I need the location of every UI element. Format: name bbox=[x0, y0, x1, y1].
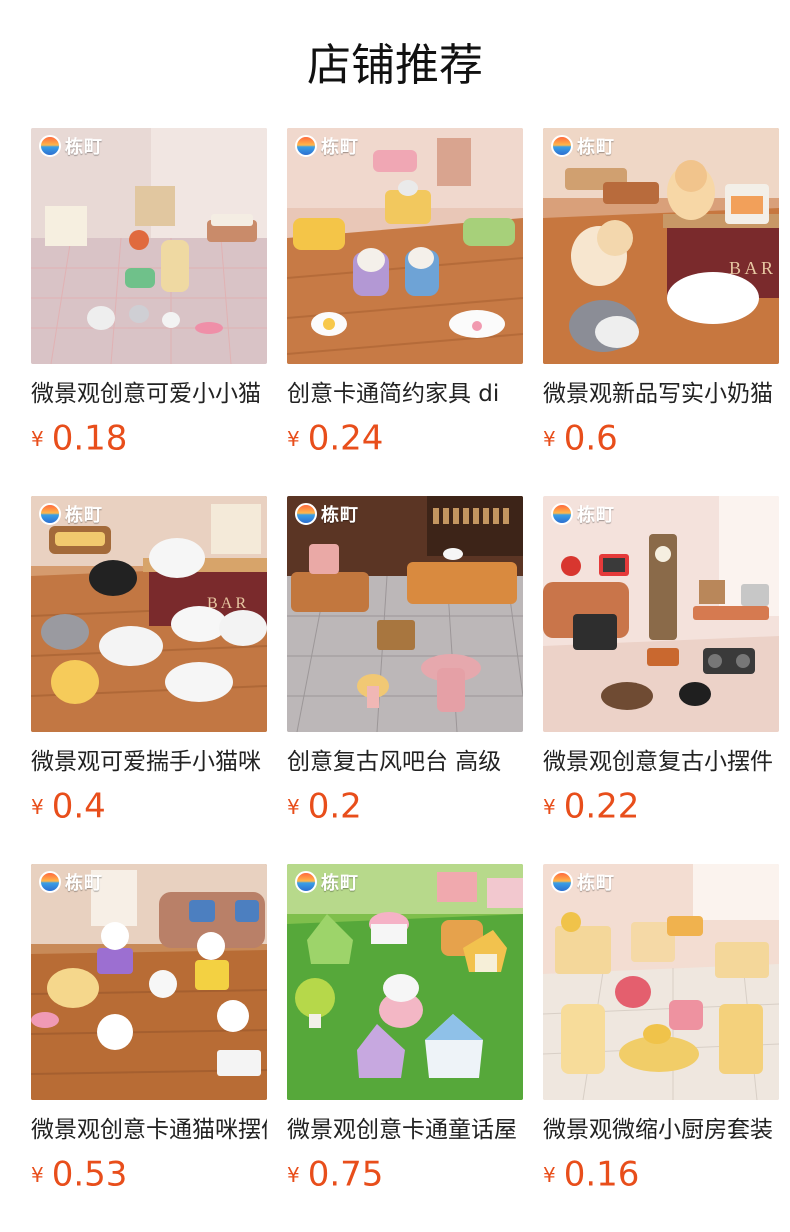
price-value: 0.53 bbox=[51, 1154, 128, 1195]
brand-logo: 栋町 bbox=[295, 134, 359, 158]
product-price: ¥0.18 bbox=[31, 418, 267, 459]
brand-logo: 栋町 bbox=[39, 502, 103, 526]
price-value: 0.75 bbox=[307, 1154, 384, 1195]
store-recommendations-page: 店铺推荐 栋町 微景观创意可爱小小猫 ¥ 0.18 栋町 创意卡通简约家具 di… bbox=[0, 0, 790, 1232]
product-price: ¥0.16 bbox=[543, 1154, 779, 1195]
product-name[interactable]: 微景观创意卡通猫咪摆件 bbox=[31, 1114, 267, 1146]
product-price: ¥0.22 bbox=[543, 786, 779, 827]
currency-symbol: ¥ bbox=[543, 426, 556, 451]
product-card[interactable]: 栋町 创意卡通简约家具 di ¥0.24 bbox=[287, 128, 523, 468]
brand-logo-icon bbox=[295, 503, 317, 525]
product-image[interactable]: 栋町 bbox=[287, 496, 523, 732]
product-name[interactable]: 微景观微缩小厨房套装 bbox=[543, 1114, 779, 1146]
currency-symbol: ¥ bbox=[31, 794, 44, 819]
product-price: ¥0.6 bbox=[543, 418, 779, 459]
currency-symbol: ¥ bbox=[543, 1162, 556, 1187]
product-name[interactable]: 微景观创意可爱小小猫 bbox=[31, 378, 267, 410]
product-card[interactable]: 栋町 微景观创意卡通童话屋 ¥0.75 bbox=[287, 864, 523, 1204]
product-price: ¥0.24 bbox=[287, 418, 523, 459]
brand-logo: 栋町 bbox=[295, 502, 359, 526]
section-title: 店铺推荐 bbox=[307, 40, 483, 91]
brand-logo-icon bbox=[551, 871, 573, 893]
currency-symbol: ¥ bbox=[31, 1162, 44, 1187]
product-name[interactable]: 微景观新品写实小奶猫 bbox=[543, 378, 779, 410]
brand-logo-icon bbox=[39, 503, 61, 525]
currency-symbol: ¥ bbox=[287, 426, 300, 451]
brand-logo: 栋町 bbox=[551, 502, 615, 526]
svg-text:B A R: B A R bbox=[729, 258, 773, 278]
product-name[interactable]: 微景观创意卡通童话屋 bbox=[287, 1114, 523, 1146]
product-image[interactable]: 栋町 bbox=[543, 864, 779, 1100]
product-card[interactable]: 栋町 微景观创意卡通猫咪摆件 ¥0.53 bbox=[31, 864, 267, 1204]
product-card[interactable]: 栋町 微景观创意可爱小小猫 ¥0.18 bbox=[31, 128, 267, 468]
currency-symbol: ¥ bbox=[287, 794, 300, 819]
product-image[interactable]: B A R 栋町 bbox=[543, 128, 779, 364]
brand-logo-icon bbox=[551, 503, 573, 525]
product-name[interactable]: 微景观可爱揣手小猫咪 bbox=[31, 746, 267, 778]
brand-logo: 栋町 bbox=[295, 870, 359, 894]
product-name[interactable]: 微景观创意复古小摆件 bbox=[543, 746, 779, 778]
currency-symbol: ¥ bbox=[31, 426, 44, 451]
brand-logo-icon bbox=[39, 135, 61, 157]
product-row: 栋町 微景观创意可爱小小猫 ¥0.18 栋町 创意卡通简约家具 di ¥ 0.2… bbox=[31, 128, 790, 496]
product-price: ¥0.4 bbox=[31, 786, 267, 827]
price-value: 0.16 bbox=[563, 1154, 640, 1195]
product-card[interactable]: 栋町 微景观微缩小厨房套装 ¥0.16 bbox=[543, 864, 779, 1204]
product-image[interactable]: 栋町 bbox=[287, 128, 523, 364]
product-grid: 栋町 微景观创意可爱小小猫 ¥0.18 栋町 创意卡通简约家具 di ¥ 0.2… bbox=[31, 128, 790, 1232]
product-image[interactable]: 栋町 bbox=[31, 128, 267, 364]
product-card[interactable]: 栋町 微景观创意复古小摆件 ¥0.22 bbox=[543, 496, 779, 836]
price-value: 0.24 bbox=[307, 418, 384, 459]
brand-logo-icon bbox=[295, 871, 317, 893]
brand-logo-icon bbox=[551, 135, 573, 157]
product-image[interactable]: 栋町 bbox=[543, 496, 779, 732]
product-image[interactable]: B A R 栋町 bbox=[31, 496, 267, 732]
product-price: ¥0.2 bbox=[287, 786, 523, 827]
price-value: 0.18 bbox=[51, 418, 128, 459]
product-price: ¥0.53 bbox=[31, 1154, 267, 1195]
price-value: 0.6 bbox=[563, 418, 618, 459]
product-image[interactable]: 栋町 bbox=[287, 864, 523, 1100]
brand-logo-icon bbox=[295, 135, 317, 157]
brand-logo: 栋町 bbox=[39, 134, 103, 158]
product-image[interactable]: 栋町 bbox=[31, 864, 267, 1100]
brand-logo: 栋町 bbox=[551, 870, 615, 894]
product-name[interactable]: 创意复古风吧台 高级 bbox=[287, 746, 523, 778]
currency-symbol: ¥ bbox=[287, 1162, 300, 1187]
currency-symbol: ¥ bbox=[543, 794, 556, 819]
brand-logo: 栋町 bbox=[39, 870, 103, 894]
price-value: 0.2 bbox=[307, 786, 362, 827]
product-row: 栋町 微景观创意卡通猫咪摆件 ¥0.53 栋町 微景观创意卡通童话屋 ¥ 0.7… bbox=[31, 864, 790, 1232]
brand-logo-icon bbox=[39, 871, 61, 893]
product-name[interactable]: 创意卡通简约家具 di bbox=[287, 378, 523, 410]
product-card[interactable]: B A R 栋町 微景观可爱揣手小猫咪 ¥ 0.4 bbox=[31, 496, 267, 836]
product-card[interactable]: B A R 栋町 微景观新品写实小奶猫 ¥ 0.6 bbox=[543, 128, 779, 468]
price-value: 0.22 bbox=[563, 786, 640, 827]
product-row: B A R 栋町 微景观可爱揣手小猫咪 ¥ 0.4 栋町 创意复古风吧台 高级 … bbox=[31, 496, 790, 864]
price-value: 0.4 bbox=[51, 786, 106, 827]
product-price: ¥0.75 bbox=[287, 1154, 523, 1195]
product-card[interactable]: 栋町 创意复古风吧台 高级 ¥0.2 bbox=[287, 496, 523, 836]
brand-logo: 栋町 bbox=[551, 134, 615, 158]
